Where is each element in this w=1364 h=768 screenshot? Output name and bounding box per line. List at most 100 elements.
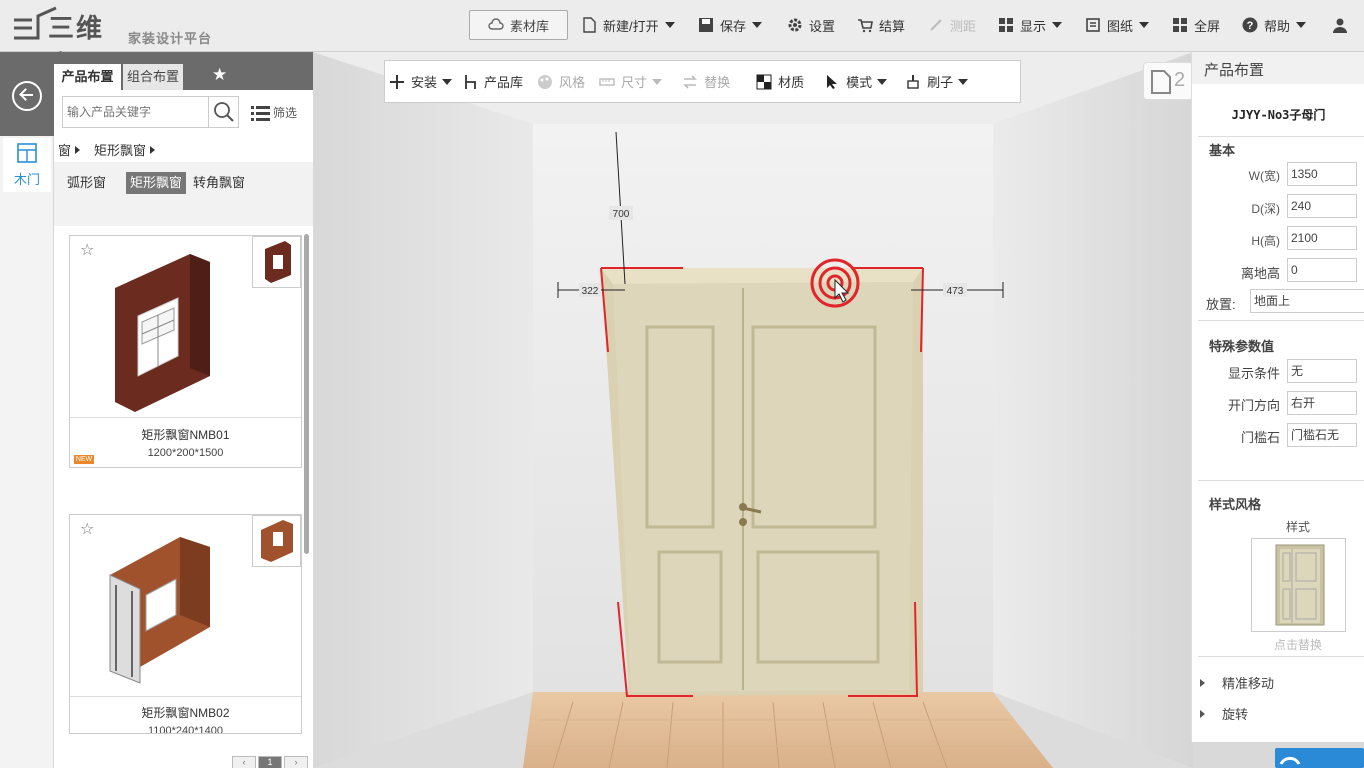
product-thumbnail[interactable] bbox=[252, 515, 301, 567]
cursor-icon bbox=[824, 74, 840, 90]
filter-button[interactable]: 筛选 bbox=[251, 104, 297, 121]
product-library-button[interactable]: 产品库 bbox=[462, 60, 523, 103]
favorite-star-icon[interactable]: ☆ bbox=[80, 240, 94, 260]
view-number: 2 bbox=[1174, 69, 1186, 91]
brush-button[interactable]: 刷子 bbox=[905, 60, 969, 103]
back-button[interactable] bbox=[0, 52, 54, 136]
settings-button[interactable]: 设置 bbox=[787, 10, 835, 40]
size-button[interactable]: 尺寸 bbox=[599, 60, 663, 103]
product-name: 矩形飘窗NMB02 bbox=[141, 706, 230, 720]
tab-combo-layout[interactable]: 组合布置 bbox=[123, 64, 183, 90]
file-icon bbox=[581, 17, 597, 33]
rotate-expander[interactable]: 旋转 bbox=[1200, 704, 1248, 723]
chevron-down-icon bbox=[958, 78, 969, 85]
category-wooden-door[interactable]: 木门 bbox=[3, 138, 51, 192]
new-open-label: 新建/打开 bbox=[603, 18, 659, 34]
width-field[interactable]: 1350 bbox=[1287, 162, 1357, 186]
depth-field[interactable]: 240 bbox=[1287, 194, 1357, 218]
user-button[interactable] bbox=[1332, 10, 1354, 40]
checkout-button[interactable]: 结算 bbox=[857, 10, 905, 40]
open-direction-select[interactable]: 右开 bbox=[1287, 391, 1357, 415]
display-condition-select[interactable]: 无 bbox=[1287, 359, 1357, 383]
product-card[interactable]: ☆ 矩形飘窗NMB01 1200*200*1500 NEW bbox=[69, 235, 302, 468]
subcat-corner-bay-window[interactable]: 转角飘窗 bbox=[189, 172, 249, 194]
material-library-button[interactable]: 素材库 bbox=[469, 10, 568, 40]
platform-title: 家装设计平台 bbox=[128, 31, 213, 46]
replace-label: 替换 bbox=[704, 75, 731, 90]
material-button[interactable]: 材质 bbox=[756, 60, 804, 103]
subcat-rect-bay-window[interactable]: 矩形飘窗 bbox=[126, 172, 187, 194]
fullscreen-icon bbox=[1172, 17, 1188, 33]
grid-icon bbox=[998, 17, 1014, 33]
replace-button[interactable]: 替换 bbox=[682, 60, 730, 103]
chevron-down-icon bbox=[664, 22, 675, 28]
breadcrumb-item[interactable]: 矩形飘窗 bbox=[94, 140, 146, 159]
scrollbar[interactable] bbox=[304, 234, 309, 554]
search-box bbox=[62, 96, 239, 128]
style-button[interactable]: 风格 bbox=[537, 60, 585, 103]
product-name: 矩形飘窗NMB01 bbox=[141, 428, 230, 442]
chevron-down-icon bbox=[752, 22, 763, 28]
placement-select[interactable]: 地面上 bbox=[1250, 289, 1364, 313]
page-current[interactable]: 1 bbox=[258, 756, 282, 768]
user-icon bbox=[1332, 17, 1348, 33]
save-label: 保存 bbox=[720, 18, 747, 34]
3d-viewport[interactable]: 700 322 473 bbox=[313, 52, 1193, 768]
dimension-height: 700 bbox=[613, 209, 630, 220]
elevation-field[interactable]: 0 bbox=[1287, 258, 1357, 282]
help-button[interactable]: ? 帮助 bbox=[1242, 10, 1307, 40]
view-toggle-button[interactable]: 2 bbox=[1143, 62, 1193, 100]
precise-move-expander[interactable]: 精准移动 bbox=[1200, 673, 1274, 692]
install-button[interactable]: 安装 bbox=[389, 60, 453, 103]
new-open-button[interactable]: 新建/打开 bbox=[581, 10, 675, 40]
favorite-star-icon[interactable]: ☆ bbox=[80, 519, 94, 539]
drawings-button[interactable]: 图纸 bbox=[1085, 10, 1150, 40]
section-special-params: 特殊参数值 bbox=[1209, 339, 1275, 354]
fullscreen-label: 全屏 bbox=[1194, 18, 1221, 34]
page-next-button[interactable]: › bbox=[284, 756, 308, 768]
measure-button[interactable]: 测距 bbox=[928, 10, 976, 40]
threshold-select[interactable]: 门槛石无 bbox=[1287, 423, 1357, 447]
filter-label: 筛选 bbox=[273, 106, 298, 120]
save-button[interactable]: 保存 bbox=[698, 10, 763, 40]
width-label: W(宽) bbox=[1248, 169, 1280, 183]
panel-tabs: 产品布置 组合布置 ★ bbox=[54, 52, 313, 90]
height-field[interactable]: 2100 bbox=[1287, 226, 1357, 250]
room-scene[interactable]: 700 322 473 bbox=[313, 52, 1193, 768]
display-condition-label: 显示条件 bbox=[1227, 366, 1280, 381]
display-button[interactable]: 显示 bbox=[998, 10, 1063, 40]
target-cursor-icon bbox=[810, 258, 860, 308]
search-button[interactable] bbox=[208, 97, 238, 127]
dimension-right: 473 bbox=[947, 286, 964, 297]
fullscreen-button[interactable]: 全屏 bbox=[1172, 10, 1220, 40]
settings-label: 设置 bbox=[809, 18, 836, 34]
subcat-arc-window[interactable]: 弧形窗 bbox=[63, 172, 110, 194]
section-style: 样式风格 bbox=[1209, 497, 1262, 512]
cart-icon bbox=[857, 17, 873, 33]
gear-icon bbox=[787, 17, 803, 33]
properties-header: 产品布置 bbox=[1192, 52, 1364, 84]
replace-hint[interactable]: 点击替换 bbox=[1192, 636, 1364, 653]
properties-panel: 产品布置 JJYY-No3子母门 基本 W(宽) 1350 D(深) 240 H… bbox=[1191, 52, 1364, 742]
favorites-star-icon[interactable]: ★ bbox=[212, 65, 227, 85]
door-model[interactable] bbox=[601, 268, 923, 696]
mode-label: 模式 bbox=[846, 75, 873, 90]
product-card[interactable]: ☆ 矩形飘窗NMB02 1100*240*1400 bbox=[69, 514, 302, 734]
threshold-label: 门槛石 bbox=[1240, 430, 1280, 445]
new-badge: NEW bbox=[74, 455, 94, 464]
style-label: 风格 bbox=[559, 75, 586, 90]
chevron-right-icon bbox=[150, 145, 156, 154]
contact-support-button[interactable] bbox=[1275, 748, 1364, 768]
ruler-icon bbox=[928, 17, 944, 33]
tab-product-layout[interactable]: 产品布置 bbox=[54, 64, 121, 90]
brush-label: 刷子 bbox=[927, 75, 954, 90]
product-size: 1100*240*1400 bbox=[147, 725, 224, 734]
style-preview-button[interactable] bbox=[1251, 538, 1346, 632]
search-input[interactable] bbox=[63, 97, 209, 127]
product-thumbnail[interactable] bbox=[252, 236, 301, 288]
breadcrumb-item[interactable]: 窗 bbox=[58, 140, 71, 159]
page-prev-button[interactable]: ‹ bbox=[232, 756, 256, 768]
mode-button[interactable]: 模式 bbox=[824, 60, 888, 103]
search-icon bbox=[214, 102, 234, 122]
chevron-down-icon bbox=[442, 78, 453, 85]
